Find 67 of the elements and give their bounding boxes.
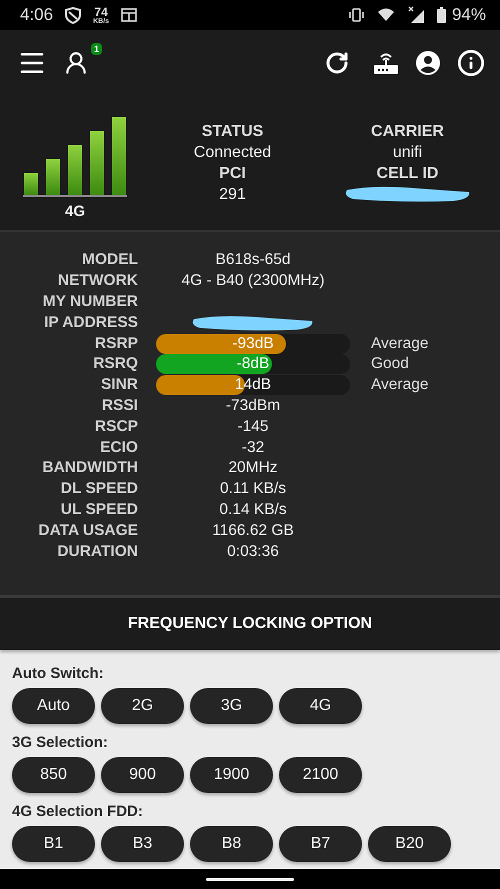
detail-label: RSSI — [100, 396, 138, 415]
calendar-icon — [121, 8, 138, 22]
meter-value: -8dB — [236, 355, 270, 374]
wifi-icon — [376, 8, 395, 22]
cell-signal-icon — [406, 6, 425, 24]
summary-value: 291 — [219, 184, 246, 204]
detail-label: DATA USAGE — [37, 522, 138, 540]
option-button[interactable]: 900 — [101, 757, 184, 793]
option-button[interactable]: Auto — [12, 688, 95, 724]
battery-icon — [436, 7, 446, 23]
summary-label: STATUS — [202, 122, 264, 142]
clock: 4:06 — [20, 5, 54, 25]
detail-label: RSCP — [94, 418, 138, 436]
signal-rating: Average — [370, 376, 430, 394]
detail-label: MY NUMBER — [42, 292, 138, 311]
group-label: 4G Selection FDD: — [12, 803, 144, 820]
detail-value: -73dBm — [224, 396, 282, 415]
detail-value: 0:03:36 — [226, 542, 280, 561]
option-button[interactable]: 1900 — [190, 757, 273, 793]
detail-value: 0.14 KB/s — [218, 500, 288, 519]
detail-label: RSRQ — [92, 355, 138, 374]
battery-level: 94% — [452, 5, 486, 25]
option-button[interactable]: B20 — [368, 826, 451, 862]
detail-label: UL SPEED — [60, 500, 138, 519]
summary-label: CELL ID — [376, 164, 438, 184]
detail-label: DL SPEED — [60, 480, 138, 498]
vibrate-icon — [348, 8, 365, 22]
option-button[interactable]: B8 — [190, 826, 273, 862]
group-label: Auto Switch: — [12, 665, 105, 682]
network-speed: 74 — [94, 6, 108, 18]
summary-label: CARRIER — [371, 122, 444, 142]
option-button[interactable]: B1 — [12, 826, 95, 862]
meter-value: -93dB — [231, 334, 275, 353]
detail-value: 0.11 KB/s — [218, 480, 288, 498]
home-handle[interactable] — [206, 878, 294, 880]
detail-value: -32 — [240, 438, 266, 457]
group-label: 3G Selection: — [12, 734, 109, 751]
option-button[interactable]: 3G — [190, 688, 273, 724]
option-button[interactable]: 850 — [12, 757, 95, 793]
network-type: 4G — [64, 203, 85, 220]
signal-rating: Average — [370, 334, 430, 353]
detail-label: RSRP — [94, 334, 138, 353]
summary-label: PCI — [219, 164, 246, 184]
summary-value: unifi — [392, 143, 422, 163]
shield-icon — [65, 6, 82, 24]
detail-value: -145 — [236, 418, 270, 436]
option-button[interactable]: 2G — [101, 688, 184, 724]
signal-rating: Good — [370, 355, 410, 374]
detail-label: MODEL — [81, 251, 138, 270]
detail-value: B618s-65d — [214, 251, 292, 270]
option-button[interactable]: B3 — [101, 826, 184, 862]
section-title: FREQUENCY LOCKING OPTION — [128, 615, 372, 633]
detail-label: ECIO — [99, 438, 138, 457]
option-button[interactable]: 2100 — [279, 757, 362, 793]
detail-label: DURATION — [56, 542, 138, 561]
detail-value: 1166.62 GB — [211, 522, 295, 540]
summary-value: Connected — [194, 142, 272, 162]
signal-bars-icon — [23, 115, 127, 197]
detail-value: 4G - B40 (2300MHz) — [180, 272, 326, 290]
option-button[interactable]: B7 — [279, 826, 362, 862]
detail-label: IP ADDRESS — [43, 314, 138, 332]
notification-badge: 1 — [90, 42, 102, 54]
detail-label: BANDWIDTH — [41, 459, 138, 478]
detail-value: 20MHz — [227, 459, 279, 478]
detail-label: SINR — [100, 376, 138, 394]
detail-label: NETWORK — [56, 272, 138, 290]
option-button[interactable]: 4G — [279, 688, 362, 724]
